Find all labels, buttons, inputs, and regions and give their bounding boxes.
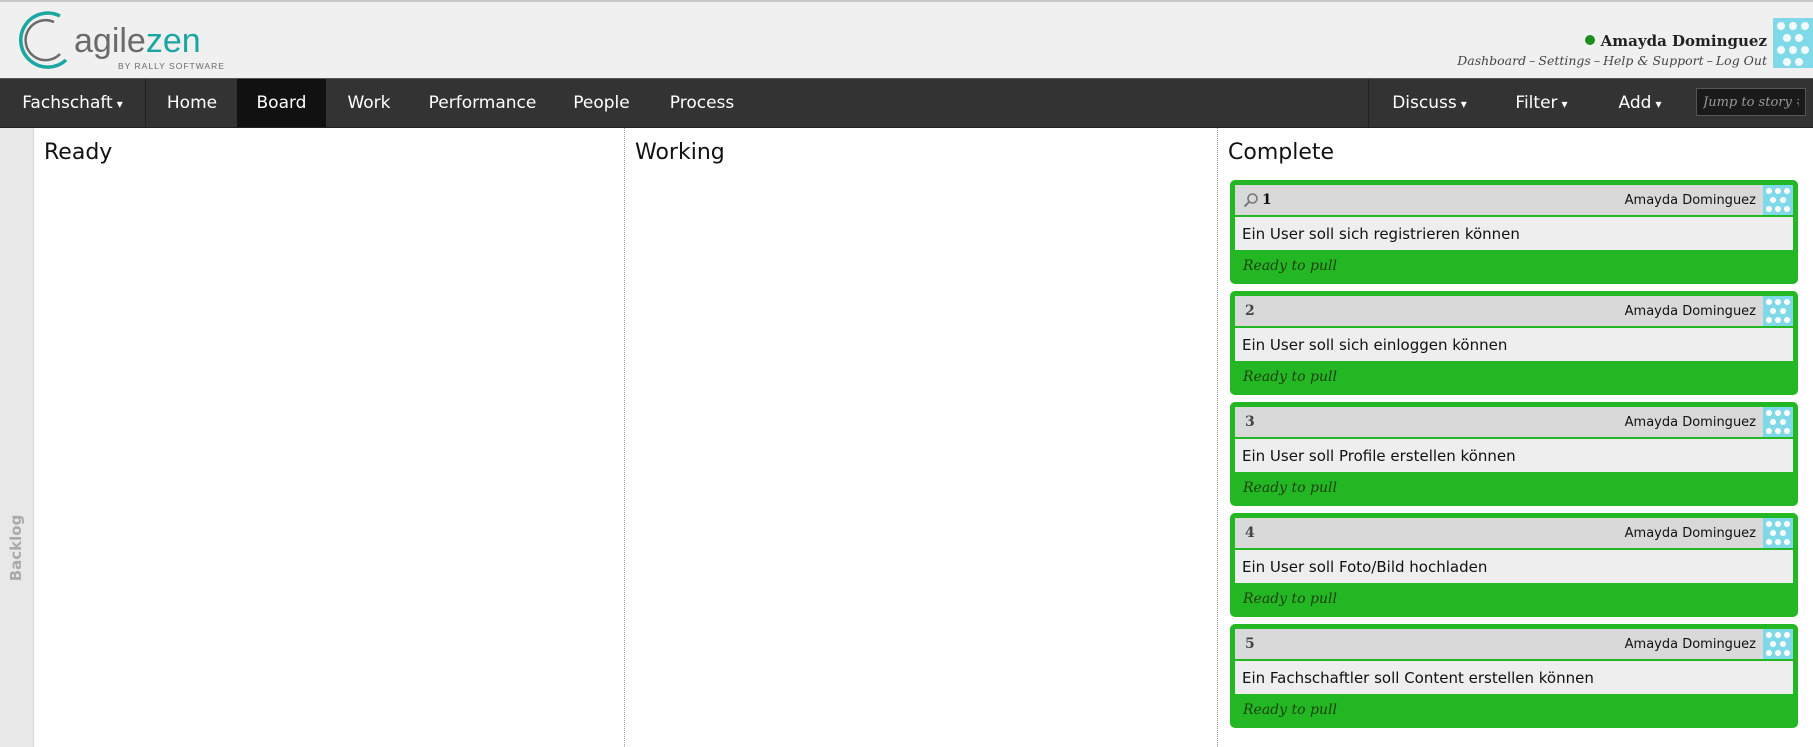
story-card[interactable]: 1 Amayda Dominguez Ein User soll sich re… [1230,180,1798,284]
card-number[interactable]: 1 [1262,192,1272,208]
log-out-link[interactable]: Log Out [1716,53,1767,68]
app-header: agilezen BY RALLY SOFTWARE Amayda Doming… [0,0,1813,78]
card-owner: Amayda Dominguez [1624,415,1756,430]
link-separator: – [1706,53,1713,68]
nav-people[interactable]: People [553,79,650,127]
card-status: Ready to pull [1243,369,1337,385]
user-name[interactable]: Amayda Dominguez [1601,32,1767,50]
owner-avatar [1763,629,1793,659]
column-title: Complete [1228,140,1335,165]
column-title: Working [635,140,725,165]
column-working: Working [624,128,1217,747]
card-body: Ein User soll sich registrieren können [1235,217,1793,250]
card-body: Ein User soll Profile erstellen können [1235,439,1793,472]
nav-discuss-menu[interactable]: Discuss ▾ [1368,79,1490,127]
card-header: 2 Amayda Dominguez [1235,296,1793,326]
story-card[interactable]: 3 Amayda Dominguez Ein User soll Profile… [1230,402,1798,506]
card-status: Ready to pull [1243,480,1337,496]
nav-board[interactable]: Board [237,79,326,127]
nav-filter-menu[interactable]: Filter ▾ [1490,79,1593,127]
card-header: 4 Amayda Dominguez [1235,518,1793,548]
online-status-icon [1584,35,1595,45]
nav-process[interactable]: Process [650,79,754,127]
jump-to-story-input[interactable] [1696,88,1806,116]
chevron-down-icon: ▾ [116,97,123,111]
owner-avatar [1763,185,1793,215]
owner-avatar [1763,407,1793,437]
kanban-board: Backlog Ready Working Complete 1 Amayda … [0,128,1813,747]
card-status: Ready to pull [1243,702,1337,718]
main-nav: Fachschaft ▾ Home Board Work Performance … [0,78,1813,128]
link-separator: – [1593,53,1601,68]
card-text: Ein User soll Profile erstellen können [1242,447,1516,465]
nav-project-menu[interactable]: Fachschaft ▾ [0,79,146,127]
nav-home[interactable]: Home [147,79,237,127]
settings-link[interactable]: Settings [1538,53,1590,68]
card-header: 1 Amayda Dominguez [1235,185,1793,215]
owner-avatar [1763,518,1793,548]
story-card[interactable]: 4 Amayda Dominguez Ein User soll Foto/Bi… [1230,513,1798,617]
card-number[interactable]: 5 [1245,636,1255,652]
story-card[interactable]: 5 Amayda Dominguez Ein Fachschaftler sol… [1230,624,1798,728]
owner-avatar [1763,296,1793,326]
card-text: Ein User soll Foto/Bild hochladen [1242,558,1488,576]
card-status: Ready to pull [1243,258,1337,274]
svg-text:agilezen: agilezen [74,22,201,60]
nav-work[interactable]: Work [326,79,412,127]
user-avatar[interactable] [1773,18,1813,68]
card-owner: Amayda Dominguez [1624,193,1756,208]
user-links: Dashboard – Settings – Help & Support – Log Ou… [1457,53,1767,68]
column-ready: Ready [34,128,624,747]
card-owner: Amayda Dominguez [1624,304,1756,319]
agilezen-logo[interactable]: agilezen BY RALLY SOFTWARE [14,8,264,74]
card-owner: Amayda Dominguez [1624,526,1756,541]
svg-text:BY RALLY SOFTWARE: BY RALLY SOFTWARE [118,61,225,71]
link-separator: – [1529,53,1536,68]
chevron-down-icon: ▾ [1561,97,1568,111]
nav-performance[interactable]: Performance [412,79,553,127]
card-number[interactable]: 2 [1245,303,1255,319]
backlog-label: Backlog [7,514,25,582]
column-complete: Complete 1 Amayda Dominguez Ein User sol… [1217,128,1813,747]
card-header: 3 Amayda Dominguez [1235,407,1793,437]
backlog-sidebar[interactable]: Backlog [0,128,34,747]
zoom-icon[interactable] [1243,192,1259,208]
card-text: Ein User soll sich einloggen können [1242,336,1508,354]
user-block: Amayda Dominguez Dashboard – Settings – Help… [1457,32,1767,68]
card-status: Ready to pull [1243,591,1337,607]
card-owner: Amayda Dominguez [1624,637,1756,652]
card-body: Ein User soll sich einloggen können [1235,328,1793,361]
help-support-link[interactable]: Help & Support [1603,53,1704,68]
card-number[interactable]: 4 [1245,525,1255,541]
card-body: Ein Fachschaftler soll Content erstellen… [1235,661,1793,694]
card-number[interactable]: 3 [1245,414,1255,430]
dashboard-link[interactable]: Dashboard [1457,53,1526,68]
card-text: Ein User soll sich registrieren können [1242,225,1520,243]
card-body: Ein User soll Foto/Bild hochladen [1235,550,1793,583]
chevron-down-icon: ▾ [1460,97,1467,111]
card-header: 5 Amayda Dominguez [1235,629,1793,659]
chevron-down-icon: ▾ [1655,97,1662,111]
card-text: Ein Fachschaftler soll Content erstellen… [1242,669,1594,687]
story-card[interactable]: 2 Amayda Dominguez Ein User soll sich ei… [1230,291,1798,395]
nav-add-menu[interactable]: Add ▾ [1593,79,1687,127]
column-title: Ready [44,140,113,165]
